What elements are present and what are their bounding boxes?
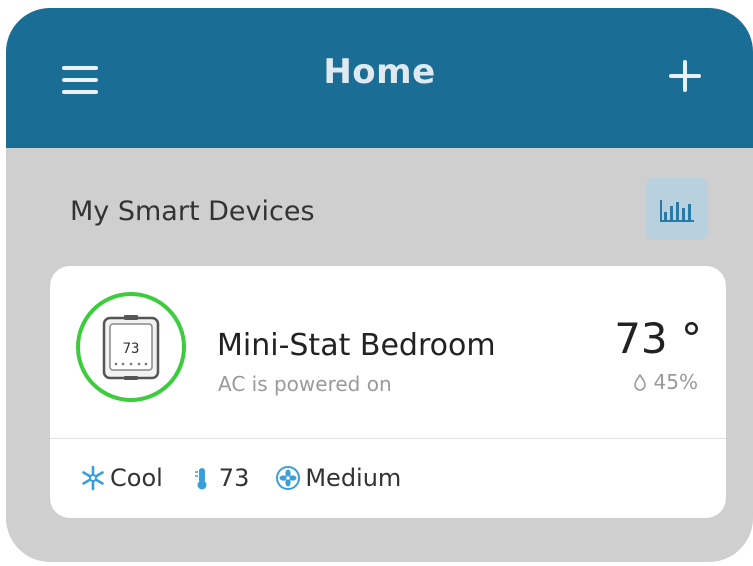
device-status-ring: 73 xyxy=(76,292,186,402)
section-title: My Smart Devices xyxy=(70,196,315,227)
humidity-reading: 45% xyxy=(633,370,698,394)
plus-icon[interactable] xyxy=(665,56,705,96)
device-name: Mini-Stat Bedroom xyxy=(217,328,496,363)
device-status-text: AC is powered on xyxy=(218,372,392,396)
thermostat-device-icon: 73 xyxy=(102,315,160,380)
temperature-reading: 73 ° xyxy=(614,314,702,363)
fan-speed-label: Medium xyxy=(305,464,402,492)
setpoint-value: 73 xyxy=(218,464,250,492)
humidity-value: 45% xyxy=(653,370,698,394)
snowflake-icon xyxy=(82,465,104,491)
device-controls-row: Cool 73 Medium xyxy=(80,460,427,496)
bar-chart-icon[interactable] xyxy=(646,178,708,240)
device-card[interactable]: 73 Mini-Stat Bedroom AC is powered on 73… xyxy=(50,266,726,518)
fan-icon xyxy=(276,466,301,490)
fan-chip[interactable]: Medium xyxy=(275,464,401,492)
mode-chip[interactable]: Cool xyxy=(80,464,163,492)
divider xyxy=(50,438,726,439)
setpoint-chip[interactable]: 73 xyxy=(189,464,250,492)
thermometer-icon xyxy=(194,468,207,490)
svg-text:73: 73 xyxy=(123,341,140,357)
app-screen: Home My Smart Devices 73 Mini-Stat Bedro… xyxy=(6,8,753,562)
page-title: Home xyxy=(323,52,436,92)
mode-label: Cool xyxy=(110,464,163,492)
droplet-icon xyxy=(634,373,646,391)
header-bar: Home xyxy=(6,8,753,148)
